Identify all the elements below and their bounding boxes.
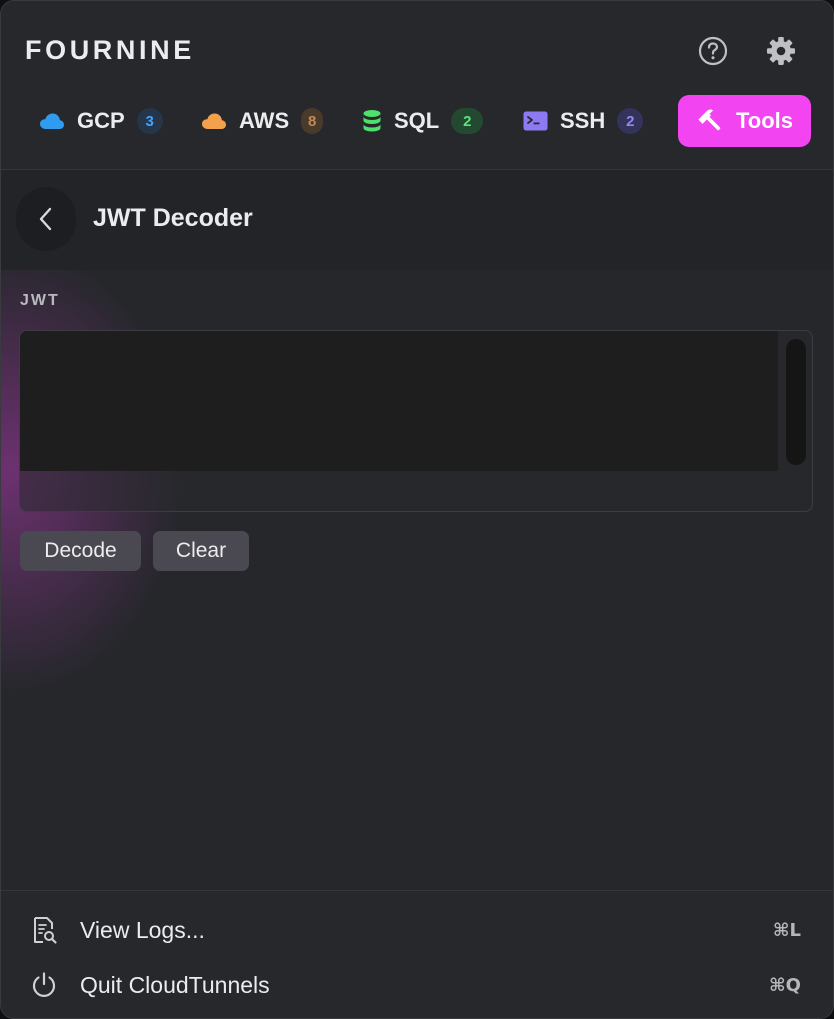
count-badge: 3	[136, 108, 163, 134]
chevron-left-icon	[39, 207, 52, 231]
menu-item-quit[interactable]: Quit CloudTunnels ⌘Q	[1, 961, 833, 1009]
tab-label: SQL	[394, 108, 440, 133]
clear-button[interactable]: Clear	[153, 531, 249, 571]
jwt-input[interactable]	[20, 331, 778, 471]
help-circle-icon[interactable]	[697, 35, 729, 67]
tab-label: Tools	[736, 108, 794, 133]
jwt-field-label: JWT	[20, 292, 60, 309]
app-window: FOURNINE GCP 3 AWS 8 SQL 2 SSH 2 Tools J…	[0, 0, 834, 1019]
tab-ssh[interactable]: SSH 2	[523, 95, 644, 147]
count-badge: 8	[301, 108, 324, 134]
tab-sql[interactable]: SQL 2	[362, 95, 484, 147]
menu-item-label: View Logs...	[80, 916, 205, 943]
menu-item-view-logs[interactable]: View Logs... ⌘L	[1, 906, 833, 954]
database-icon	[362, 109, 382, 133]
tab-gcp[interactable]: GCP 3	[39, 95, 163, 147]
keyboard-shortcut: ⌘L	[772, 919, 801, 941]
footer-menu: View Logs... ⌘L Quit CloudTunnels ⌘Q	[1, 890, 833, 1018]
tab-label: GCP	[77, 108, 125, 133]
back-button[interactable]	[16, 187, 76, 251]
terminal-icon	[523, 111, 548, 131]
hammer-icon	[698, 108, 724, 134]
tab-label: SSH	[560, 108, 606, 133]
count-badge: 2	[451, 108, 484, 134]
menu-item-label: Quit CloudTunnels	[80, 971, 270, 998]
jwt-decoder-panel: JWT Decode Clear	[1, 270, 833, 890]
brand-logo: FOURNINE	[25, 35, 195, 65]
decode-button[interactable]: Decode	[20, 531, 141, 571]
gear-icon[interactable]	[765, 35, 797, 67]
cloud-icon	[201, 112, 227, 130]
tab-tools[interactable]: Tools	[678, 95, 812, 147]
log-search-icon	[29, 915, 59, 945]
power-icon	[29, 970, 59, 1000]
tab-label: AWS	[239, 108, 290, 133]
textarea-scrollbar[interactable]	[786, 339, 806, 465]
jwt-input-wrapper	[19, 330, 813, 512]
page-title: JWT Decoder	[93, 204, 253, 232]
provider-tabs: GCP 3 AWS 8 SQL 2 SSH 2 Tools	[25, 95, 812, 149]
keyboard-shortcut: ⌘Q	[768, 974, 801, 996]
cloud-icon	[39, 112, 65, 130]
header: FOURNINE GCP 3 AWS 8 SQL 2 SSH 2 Tools	[1, 1, 833, 170]
tab-aws[interactable]: AWS 8	[201, 95, 324, 147]
count-badge: 2	[617, 108, 644, 134]
page-header: JWT Decoder	[1, 170, 833, 270]
